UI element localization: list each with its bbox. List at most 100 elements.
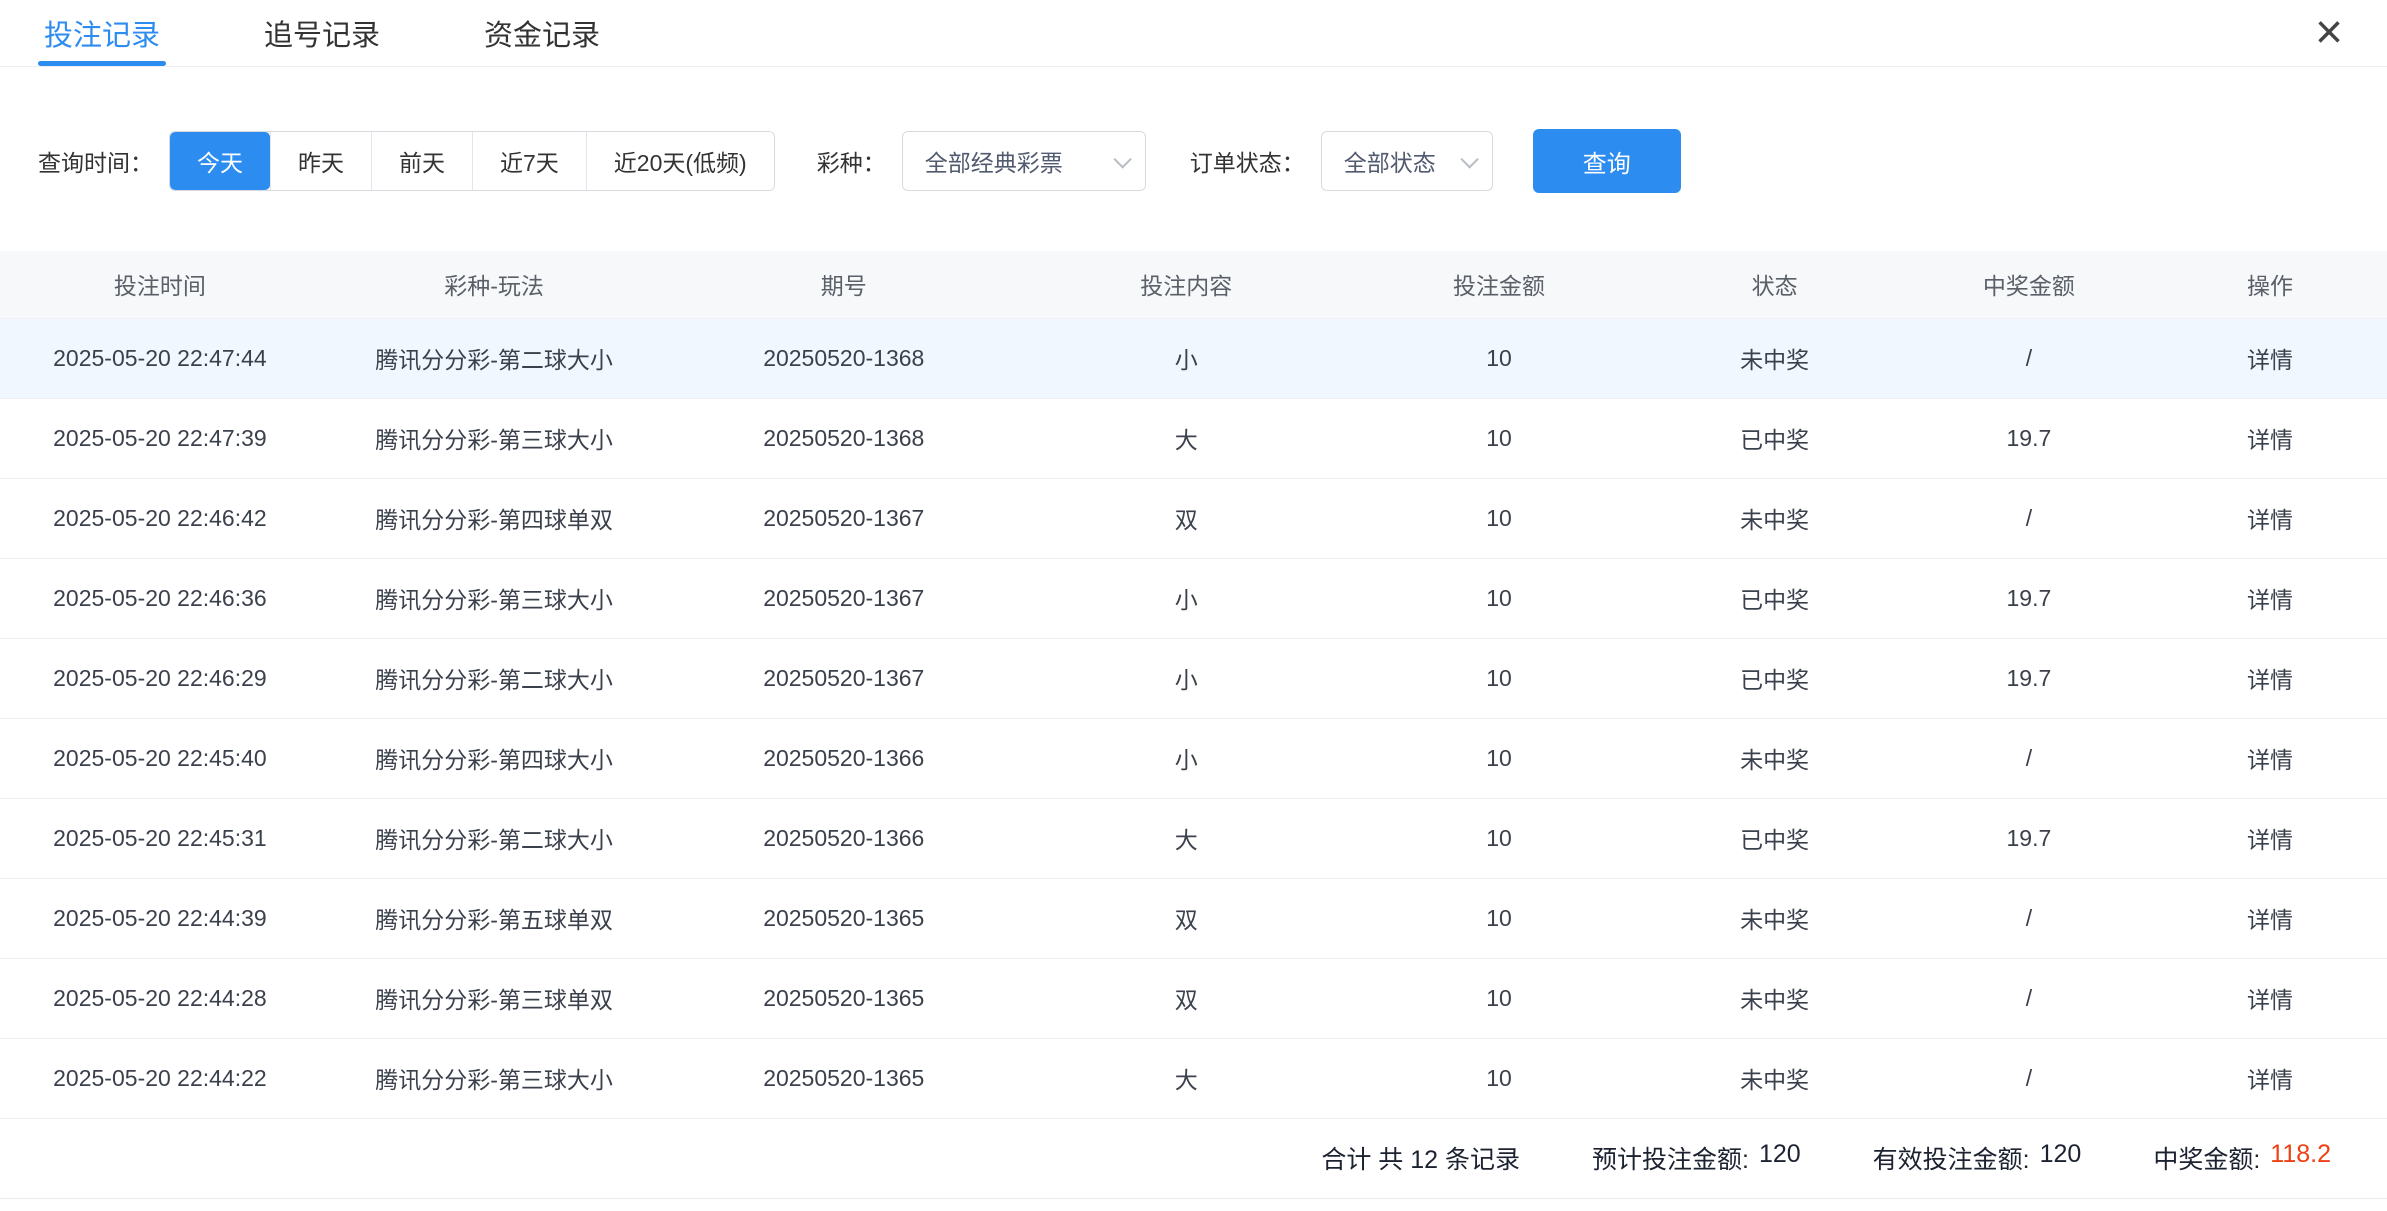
tab-fund-records[interactable]: 资金记录: [478, 0, 606, 66]
detail-link[interactable]: 详情: [2153, 878, 2387, 958]
bet-amount-cell: 10: [1353, 638, 1644, 718]
totals-bar: 合计 共 12 条记录 预计投注金额: 120 有效投注金额: 120 中奖金额…: [0, 1119, 2387, 1199]
table-row: 2025-05-20 22:46:36 腾讯分分彩-第三球大小 20250520…: [0, 558, 2387, 638]
win-amount-cell: 19.7: [1905, 398, 2153, 478]
detail-link[interactable]: 详情: [2153, 478, 2387, 558]
bet-content-cell: 小: [1019, 318, 1353, 398]
detail-link[interactable]: 详情: [2153, 318, 2387, 398]
close-icon[interactable]: ×: [2315, 9, 2343, 57]
detail-link[interactable]: 详情: [2153, 718, 2387, 798]
status-cell: 未中奖: [1645, 478, 1905, 558]
win-amount-cell: 19.7: [1905, 638, 2153, 718]
time-option-last20days[interactable]: 近20天(低频): [586, 132, 774, 190]
table-row: 2025-05-20 22:44:39 腾讯分分彩-第五球单双 20250520…: [0, 878, 2387, 958]
time-range-group: 今天 昨天 前天 近7天 近20天(低频): [169, 131, 775, 191]
win-amount-cell: /: [1905, 878, 2153, 958]
game-play-cell: 腾讯分分彩-第二球大小: [320, 638, 669, 718]
status-cell: 未中奖: [1645, 718, 1905, 798]
expected-bet-total-label: 预计投注金额:: [1592, 1140, 1749, 1176]
header-issue: 期号: [668, 251, 1019, 318]
lottery-select[interactable]: 全部经典彩票: [902, 131, 1146, 191]
win-total-label: 中奖金额:: [2153, 1140, 2260, 1176]
issue-cell: 20250520-1366: [668, 798, 1019, 878]
header-status: 状态: [1645, 251, 1905, 318]
game-play-cell: 腾讯分分彩-第三球大小: [320, 398, 669, 478]
query-button[interactable]: 查询: [1533, 129, 1681, 193]
bet-time-cell: 2025-05-20 22:47:39: [0, 398, 320, 478]
bet-amount-cell: 10: [1353, 398, 1644, 478]
tab-bar: 投注记录 追号记录 资金记录 ×: [0, 0, 2387, 67]
time-option-today[interactable]: 今天: [170, 132, 270, 190]
win-amount-cell: /: [1905, 718, 2153, 798]
status-cell: 已中奖: [1645, 558, 1905, 638]
detail-link[interactable]: 详情: [2153, 958, 2387, 1038]
game-play-cell: 腾讯分分彩-第四球单双: [320, 478, 669, 558]
valid-bet-total-value: 120: [2040, 1140, 2082, 1176]
table-row: 2025-05-20 22:44:22 腾讯分分彩-第三球大小 20250520…: [0, 1038, 2387, 1118]
header-win-amount: 中奖金额: [1905, 251, 2153, 318]
bet-amount-cell: 10: [1353, 318, 1644, 398]
bet-content-cell: 双: [1019, 958, 1353, 1038]
time-option-last7days[interactable]: 近7天: [472, 132, 586, 190]
issue-cell: 20250520-1367: [668, 638, 1019, 718]
issue-cell: 20250520-1366: [668, 718, 1019, 798]
tab-bet-records[interactable]: 投注记录: [38, 0, 166, 66]
issue-cell: 20250520-1368: [668, 318, 1019, 398]
bet-amount-cell: 10: [1353, 558, 1644, 638]
issue-cell: 20250520-1365: [668, 958, 1019, 1038]
header-actions: 操作: [2153, 251, 2387, 318]
record-count: 合计 共 12 条记录: [1321, 1140, 1520, 1176]
win-amount-cell: /: [1905, 1038, 2153, 1118]
status-cell: 未中奖: [1645, 318, 1905, 398]
issue-cell: 20250520-1368: [668, 398, 1019, 478]
issue-cell: 20250520-1365: [668, 1038, 1019, 1118]
table-body: 2025-05-20 22:47:44 腾讯分分彩-第二球大小 20250520…: [0, 318, 2387, 1118]
tab-fund-records-label: 资金记录: [484, 12, 600, 54]
detail-link[interactable]: 详情: [2153, 558, 2387, 638]
time-option-day-before[interactable]: 前天: [371, 132, 472, 190]
tab-chase-records[interactable]: 追号记录: [258, 0, 386, 66]
detail-link[interactable]: 详情: [2153, 1038, 2387, 1118]
tab-chase-records-label: 追号记录: [264, 12, 380, 54]
bet-amount-cell: 10: [1353, 798, 1644, 878]
status-cell: 已中奖: [1645, 798, 1905, 878]
status-cell: 已中奖: [1645, 638, 1905, 718]
game-play-cell: 腾讯分分彩-第三球大小: [320, 1038, 669, 1118]
expected-bet-total-value: 120: [1759, 1140, 1801, 1176]
tab-bet-records-label: 投注记录: [44, 12, 160, 54]
table-row: 2025-05-20 22:45:31 腾讯分分彩-第二球大小 20250520…: [0, 798, 2387, 878]
header-bet-amount: 投注金额: [1353, 251, 1644, 318]
bet-time-cell: 2025-05-20 22:44:39: [0, 878, 320, 958]
lottery-filter-label: 彩种：: [817, 144, 886, 178]
win-amount-cell: /: [1905, 958, 2153, 1038]
bet-records-panel: 投注记录 追号记录 资金记录 × 查询时间： 今天 昨天 前天 近7天 近20天…: [0, 0, 2387, 1199]
issue-cell: 20250520-1365: [668, 878, 1019, 958]
game-play-cell: 腾讯分分彩-第三球单双: [320, 958, 669, 1038]
detail-link[interactable]: 详情: [2153, 798, 2387, 878]
bet-content-cell: 双: [1019, 878, 1353, 958]
status-cell: 未中奖: [1645, 1038, 1905, 1118]
detail-link[interactable]: 详情: [2153, 398, 2387, 478]
table-row: 2025-05-20 22:47:44 腾讯分分彩-第二球大小 20250520…: [0, 318, 2387, 398]
win-total-value: 118.2: [2270, 1140, 2331, 1176]
order-status-select-value: 全部状态: [1344, 144, 1436, 178]
bet-content-cell: 小: [1019, 638, 1353, 718]
bet-time-cell: 2025-05-20 22:46:42: [0, 478, 320, 558]
time-filter-label: 查询时间：: [38, 144, 153, 178]
chevron-down-icon: [1113, 150, 1131, 168]
filter-bar: 查询时间： 今天 昨天 前天 近7天 近20天(低频) 彩种： 全部经典彩票 订…: [38, 129, 2387, 193]
order-status-select[interactable]: 全部状态: [1321, 131, 1493, 191]
detail-link[interactable]: 详情: [2153, 638, 2387, 718]
time-option-yesterday[interactable]: 昨天: [270, 132, 371, 190]
win-amount-cell: 19.7: [1905, 798, 2153, 878]
game-play-cell: 腾讯分分彩-第四球大小: [320, 718, 669, 798]
header-bet-content: 投注内容: [1019, 251, 1353, 318]
bet-time-cell: 2025-05-20 22:44:28: [0, 958, 320, 1038]
chevron-down-icon: [1460, 150, 1478, 168]
status-cell: 已中奖: [1645, 398, 1905, 478]
table-row: 2025-05-20 22:46:29 腾讯分分彩-第二球大小 20250520…: [0, 638, 2387, 718]
records-table: 投注时间 彩种-玩法 期号 投注内容 投注金额 状态 中奖金额 操作 2025-…: [0, 251, 2387, 1119]
status-cell: 未中奖: [1645, 958, 1905, 1038]
bet-time-cell: 2025-05-20 22:46:36: [0, 558, 320, 638]
bet-content-cell: 双: [1019, 478, 1353, 558]
